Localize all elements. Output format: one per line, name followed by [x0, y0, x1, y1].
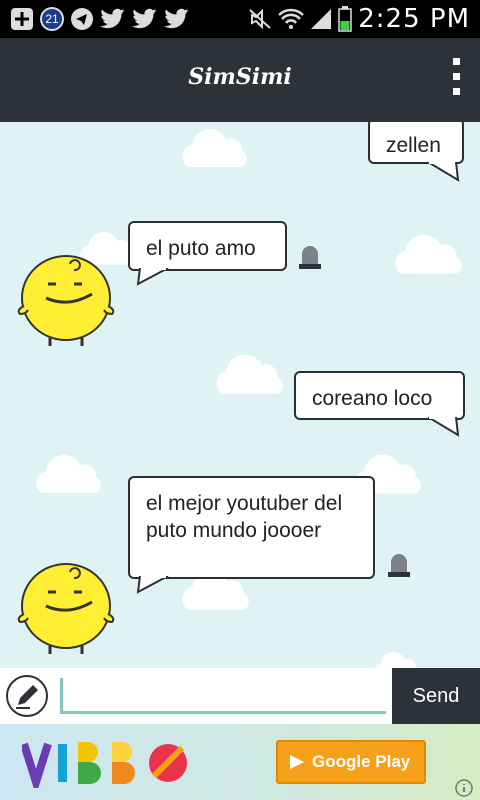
cloud-decoration	[182, 129, 247, 167]
message-text: el puto amo	[146, 237, 256, 260]
bot-message-bubble[interactable]: el puto amo	[128, 221, 287, 271]
composer-bar: Send	[0, 668, 480, 724]
ad-banner[interactable]: Google Play	[0, 724, 480, 800]
menu-dot-icon	[452, 73, 460, 80]
message-text: coreano loco	[312, 387, 433, 410]
telegram-icon	[71, 8, 93, 30]
vibbo-logo	[22, 742, 187, 788]
status-time: 2:25 PM	[358, 4, 470, 34]
app-bar: SimSimi	[0, 38, 480, 122]
twitter-icon	[164, 8, 189, 29]
bubble-tail	[136, 576, 169, 594]
bubble-tail	[428, 162, 460, 182]
chat-area[interactable]: zellen el puto amo coreano loco el mejor…	[0, 122, 480, 668]
google-play-button[interactable]: Google Play	[276, 740, 426, 784]
user-message-bubble[interactable]: coreano loco	[294, 371, 465, 420]
bot-message-bubble[interactable]: el mejor youtuber del puto mundo joooer	[128, 476, 375, 579]
bubble-tail	[136, 268, 169, 286]
cloud-decoration	[374, 652, 417, 668]
menu-dot-icon	[452, 58, 460, 65]
cloud-decoration	[216, 354, 283, 394]
report-siren-icon[interactable]	[386, 554, 412, 578]
simsimi-avatar	[17, 255, 115, 346]
wifi-icon	[278, 8, 305, 29]
user-message-bubble[interactable]: zellen	[368, 122, 464, 164]
play-store-icon	[290, 755, 304, 769]
mute-icon	[249, 8, 271, 30]
cloud-decoration	[395, 234, 462, 274]
twitter-icon	[132, 8, 157, 29]
edit-button[interactable]	[6, 675, 48, 717]
signal-icon	[311, 9, 332, 29]
store-label: Google Play	[312, 752, 411, 771]
message-text: el mejor youtuber del puto mundo joooer	[146, 492, 343, 542]
bubble-tail	[428, 417, 460, 437]
twitter-icon	[100, 8, 125, 29]
notification-count-badge: 21	[40, 7, 64, 31]
message-input[interactable]	[60, 678, 386, 714]
ad-info-icon[interactable]	[454, 778, 474, 798]
menu-dot-icon	[452, 88, 460, 95]
status-bar: 21 2:25 PM	[0, 0, 480, 38]
overflow-menu-button[interactable]	[448, 58, 464, 102]
battery-icon	[338, 6, 352, 32]
simsimi-avatar	[17, 563, 115, 654]
app-title: SimSimi	[188, 64, 292, 90]
cloud-decoration	[36, 455, 101, 493]
send-button[interactable]: Send	[392, 668, 480, 724]
add-notification-icon	[11, 8, 33, 30]
pencil-icon	[16, 685, 38, 709]
report-siren-icon[interactable]	[297, 246, 323, 270]
message-text: zellen	[386, 134, 441, 157]
